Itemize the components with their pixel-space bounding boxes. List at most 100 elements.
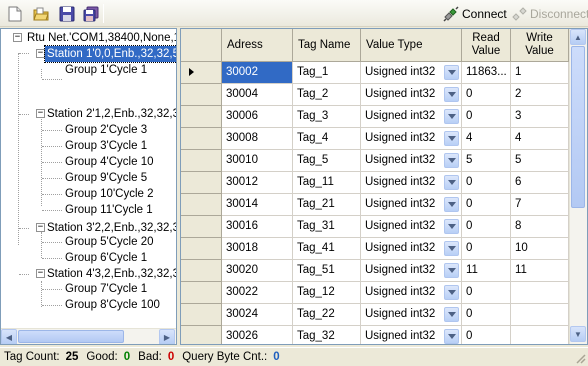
- row-header[interactable]: [181, 304, 222, 326]
- address-cell[interactable]: 30016: [222, 216, 293, 238]
- address-cell[interactable]: 30022: [222, 282, 293, 304]
- table-row[interactable]: 30016 Tag_31 Usigned int32 0 8: [181, 216, 569, 238]
- address-cell[interactable]: 30002: [222, 62, 293, 84]
- table-row[interactable]: 30014 Tag_21 Usigned int32 0 7: [181, 194, 569, 216]
- write-value-cell[interactable]: 7: [511, 194, 569, 216]
- read-value-cell[interactable]: 0: [462, 238, 511, 260]
- address-cell[interactable]: 30004: [222, 84, 293, 106]
- read-value-cell[interactable]: 5: [462, 150, 511, 172]
- row-header[interactable]: [181, 172, 222, 194]
- value-type-cell[interactable]: Usigned int32: [361, 172, 462, 194]
- save-all-icon[interactable]: [82, 5, 100, 23]
- write-value-cell[interactable]: 4: [511, 128, 569, 150]
- scroll-down-icon[interactable]: ▼: [570, 326, 586, 342]
- table-row[interactable]: 30006 Tag_3 Usigned int32 0 3: [181, 106, 569, 128]
- table-row[interactable]: 30026 Tag_32 Usigned int32 0: [181, 326, 569, 344]
- table-row[interactable]: 30002 Tag_1 Usigned int32 11863... 1: [181, 62, 569, 84]
- tree-group-node[interactable]: Group 1'Cycle 1: [63, 62, 149, 78]
- tree-horizontal-scrollbar[interactable]: ◀ ▶: [1, 328, 176, 344]
- dropdown-arrow-icon[interactable]: [444, 263, 459, 278]
- value-type-cell[interactable]: Usigned int32: [361, 194, 462, 216]
- read-value-cell[interactable]: 0: [462, 194, 511, 216]
- write-value-cell[interactable]: [511, 326, 569, 344]
- dropdown-arrow-icon[interactable]: [444, 329, 459, 344]
- table-row[interactable]: 30024 Tag_22 Usigned int32 0: [181, 304, 569, 326]
- open-folder-icon[interactable]: [32, 5, 50, 23]
- address-cell[interactable]: 30008: [222, 128, 293, 150]
- tree-station-node[interactable]: Station 1'0,0,Enb.,32,32,50: [43, 45, 176, 63]
- value-type-cell[interactable]: Usigned int32: [361, 282, 462, 304]
- dropdown-arrow-icon[interactable]: [444, 219, 459, 234]
- table-row[interactable]: 30020 Tag_51 Usigned int32 11 11: [181, 260, 569, 282]
- dropdown-arrow-icon[interactable]: [444, 241, 459, 256]
- tree-group-node[interactable]: Group 2'Cycle 3: [63, 122, 149, 138]
- row-header[interactable]: [181, 150, 222, 172]
- value-type-cell[interactable]: Usigned int32: [361, 128, 462, 150]
- column-header-read-value[interactable]: Read Value: [462, 29, 511, 62]
- tag-name-cell[interactable]: Tag_2: [293, 84, 361, 106]
- row-header[interactable]: [181, 326, 222, 344]
- read-value-cell[interactable]: 0: [462, 172, 511, 194]
- read-value-cell[interactable]: 0: [462, 106, 511, 128]
- dropdown-arrow-icon[interactable]: [444, 307, 459, 322]
- write-value-cell[interactable]: 6: [511, 172, 569, 194]
- collapse-station-4-toggle[interactable]: −: [36, 269, 45, 278]
- write-value-cell[interactable]: 2: [511, 84, 569, 106]
- address-cell[interactable]: 30010: [222, 150, 293, 172]
- tree-group-node[interactable]: Group 8'Cycle 100: [63, 297, 162, 313]
- write-value-cell[interactable]: 1: [511, 62, 569, 84]
- row-header[interactable]: [181, 128, 222, 150]
- dropdown-arrow-icon[interactable]: [444, 175, 459, 190]
- dropdown-arrow-icon[interactable]: [444, 87, 459, 102]
- dropdown-arrow-icon[interactable]: [444, 109, 459, 124]
- row-header[interactable]: [181, 260, 222, 282]
- scroll-up-icon[interactable]: ▲: [570, 29, 586, 45]
- table-row[interactable]: 30022 Tag_12 Usigned int32 0: [181, 282, 569, 304]
- collapse-station-3-toggle[interactable]: −: [36, 223, 45, 232]
- write-value-cell[interactable]: [511, 304, 569, 326]
- value-type-cell[interactable]: Usigned int32: [361, 84, 462, 106]
- tag-name-cell[interactable]: Tag_41: [293, 238, 361, 260]
- tree-group-node[interactable]: Group 11'Cycle 1: [63, 202, 155, 218]
- tree-group-node[interactable]: Group 6'Cycle 1: [63, 250, 149, 266]
- address-cell[interactable]: 30014: [222, 194, 293, 216]
- row-header[interactable]: [181, 216, 222, 238]
- tree-station-node[interactable]: Station 2'1,2,Enb.,32,32,32: [45, 106, 176, 122]
- grid-vertical-scrollbar[interactable]: ▲ ▼: [569, 29, 587, 344]
- write-value-cell[interactable]: 5: [511, 150, 569, 172]
- row-header[interactable]: [181, 62, 222, 84]
- write-value-cell[interactable]: 3: [511, 106, 569, 128]
- address-cell[interactable]: 30018: [222, 238, 293, 260]
- tree-group-node[interactable]: Group 9'Cycle 5: [63, 170, 149, 186]
- write-value-cell[interactable]: 11: [511, 260, 569, 282]
- read-value-cell[interactable]: 0: [462, 282, 511, 304]
- tree-station-node[interactable]: Station 4'3,2,Enb.,32,32,32: [45, 266, 176, 282]
- tag-name-cell[interactable]: Tag_1: [293, 62, 361, 84]
- table-row[interactable]: 30012 Tag_11 Usigned int32 0 6: [181, 172, 569, 194]
- read-value-cell[interactable]: 0: [462, 84, 511, 106]
- collapse-station-1-toggle[interactable]: −: [36, 49, 45, 58]
- read-value-cell[interactable]: 0: [462, 304, 511, 326]
- value-type-cell[interactable]: Usigned int32: [361, 326, 462, 344]
- read-value-cell[interactable]: 11: [462, 260, 511, 282]
- tag-name-cell[interactable]: Tag_11: [293, 172, 361, 194]
- new-document-icon[interactable]: [6, 5, 24, 23]
- write-value-cell[interactable]: [511, 282, 569, 304]
- tag-name-cell[interactable]: Tag_3: [293, 106, 361, 128]
- tag-name-cell[interactable]: Tag_32: [293, 326, 361, 344]
- grid-scroll-thumb[interactable]: [571, 46, 585, 208]
- write-value-cell[interactable]: 10: [511, 238, 569, 260]
- dropdown-arrow-icon[interactable]: [444, 131, 459, 146]
- read-value-cell[interactable]: 11863...: [462, 62, 511, 84]
- dropdown-arrow-icon[interactable]: [444, 197, 459, 212]
- read-value-cell[interactable]: 4: [462, 128, 511, 150]
- connect-button[interactable]: Connect: [443, 4, 507, 24]
- scroll-left-icon[interactable]: ◀: [1, 329, 17, 344]
- read-value-cell[interactable]: 0: [462, 326, 511, 344]
- address-cell[interactable]: 30020: [222, 260, 293, 282]
- tree-group-node[interactable]: Group 4'Cycle 10: [63, 154, 156, 170]
- table-row[interactable]: 30008 Tag_4 Usigned int32 4 4: [181, 128, 569, 150]
- value-type-cell[interactable]: Usigned int32: [361, 216, 462, 238]
- dropdown-arrow-icon[interactable]: [444, 153, 459, 168]
- value-type-cell[interactable]: Usigned int32: [361, 62, 462, 84]
